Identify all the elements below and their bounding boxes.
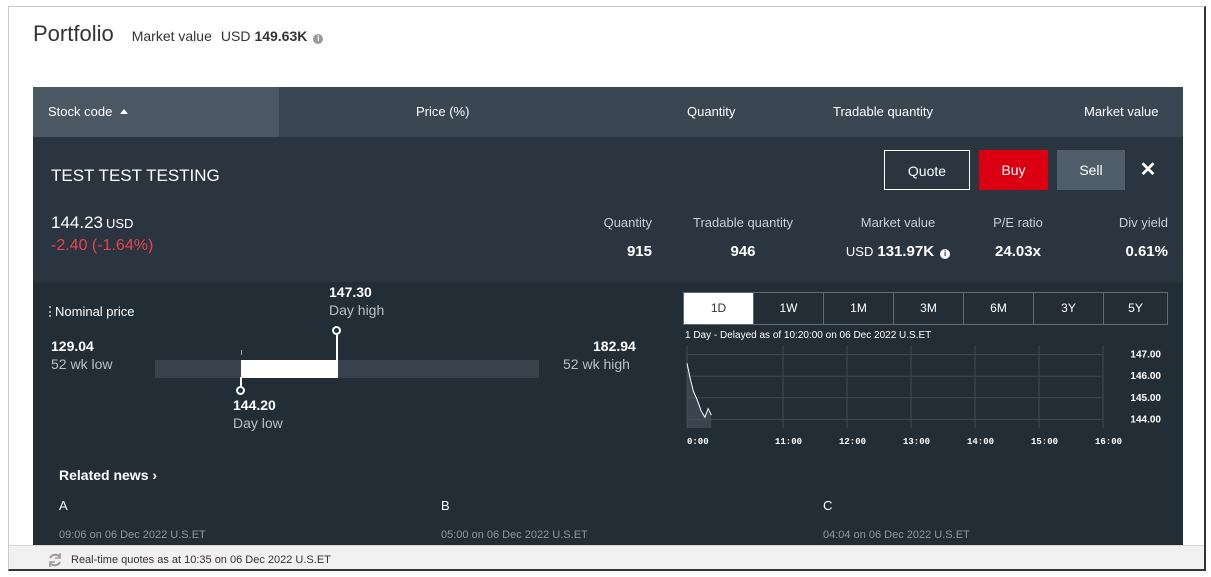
stat-tradable-quantity-label: Tradable quantity bbox=[693, 215, 793, 230]
buy-button[interactable]: Buy bbox=[979, 150, 1048, 190]
sort-ascending-icon bbox=[120, 109, 129, 114]
column-header-stock-code[interactable]: Stock code bbox=[48, 104, 129, 119]
chart-y-tick-label: 145.00 bbox=[1130, 393, 1161, 404]
day-low-marker bbox=[236, 386, 245, 395]
info-icon[interactable]: i bbox=[940, 249, 951, 259]
low52-value: 129.04 bbox=[51, 338, 94, 354]
range-tick bbox=[241, 350, 242, 355]
stock-name: TEST TEST TESTING bbox=[51, 166, 220, 185]
chart-x-tick-label: 13:00 bbox=[903, 437, 930, 447]
info-icon[interactable]: i bbox=[313, 34, 324, 44]
market-value-label: Market value bbox=[131, 28, 212, 44]
stat-market-value: Market value USD 131.97K i bbox=[828, 215, 968, 260]
chart-period-tabs: 1D 1W 1M 3M 6M 3Y 5Y bbox=[683, 292, 1168, 325]
stat-pe-ratio-label: P/E ratio bbox=[993, 215, 1043, 230]
market-value-currency: USD bbox=[220, 28, 251, 44]
close-icon[interactable]: ✕ bbox=[1133, 150, 1163, 190]
news-time-c: 04:04 on 06 Dec 2022 U.S.ET bbox=[823, 529, 970, 541]
nominal-marker-icon bbox=[49, 306, 51, 317]
tab-1m[interactable]: 1M bbox=[824, 293, 894, 324]
stat-tradable-quantity-value: 946 bbox=[730, 243, 756, 260]
chart-x-tick-label: 14:00 bbox=[967, 437, 994, 447]
footer-bar: Real-time quotes as at 10:35 on 06 Dec 2… bbox=[9, 545, 1204, 569]
sell-button[interactable]: Sell bbox=[1057, 150, 1125, 190]
day-low-label: Day low bbox=[233, 415, 283, 431]
column-header-tradable-quantity[interactable]: Tradable quantity bbox=[833, 104, 933, 119]
tab-6m[interactable]: 6M bbox=[964, 293, 1034, 324]
portfolio-header: Portfolio Market value USD 149.63K i bbox=[33, 21, 324, 47]
chart-y-tick-label: 146.00 bbox=[1130, 371, 1161, 382]
portfolio-window: Portfolio Market value USD 149.63K i Sto… bbox=[8, 6, 1206, 571]
chart-x-tick-label: 12:00 bbox=[839, 437, 866, 447]
tab-5y[interactable]: 5Y bbox=[1104, 293, 1167, 324]
stat-quantity-value: 915 bbox=[626, 243, 652, 260]
stock-change: -2.40 (-1.64%) bbox=[51, 237, 154, 254]
stat-market-value-label: Market value bbox=[860, 215, 936, 230]
day-high-marker-line bbox=[336, 334, 338, 361]
news-item-a[interactable]: A bbox=[59, 498, 68, 513]
stock-detail-body: Nominal price 147.30 Day high 129.04 52 … bbox=[33, 282, 1183, 547]
high52-value: 182.94 bbox=[593, 338, 636, 354]
related-news-link[interactable]: Related news › bbox=[59, 467, 157, 483]
day-high-label: Day high bbox=[329, 302, 385, 318]
range-track bbox=[155, 360, 539, 378]
stat-div-yield: Div yield 0.61% bbox=[1093, 215, 1168, 260]
chart-delay-note: 1 Day - Delayed as of 10:20:00 on 06 Dec… bbox=[685, 330, 932, 341]
stat-market-value-currency: USD bbox=[845, 244, 874, 259]
stat-pe-ratio-value: 24.03x bbox=[995, 243, 1041, 260]
stat-market-value-value-row: USD 131.97K i bbox=[828, 243, 968, 260]
table-header: Stock code Price (%) Quantity Tradable q… bbox=[33, 87, 1183, 137]
holdings-panel: Stock code Price (%) Quantity Tradable q… bbox=[33, 87, 1183, 547]
stock-price-currency: USD bbox=[106, 216, 134, 231]
stat-quantity: Quantity 915 bbox=[590, 215, 652, 260]
column-header-market-value[interactable]: Market value bbox=[1084, 104, 1158, 119]
column-header-stock-code-label: Stock code bbox=[48, 104, 113, 119]
tab-1d[interactable]: 1D bbox=[684, 293, 754, 324]
news-time-b: 05:00 on 06 Dec 2022 U.S.ET bbox=[441, 529, 588, 541]
chart-x-tick-label: 0:00 bbox=[687, 437, 709, 447]
stat-tradable-quantity: Tradable quantity 946 bbox=[683, 215, 803, 260]
stat-pe-ratio: P/E ratio 24.03x bbox=[983, 215, 1053, 260]
stat-div-yield-value: 0.61% bbox=[1125, 243, 1168, 260]
quote-button[interactable]: Quote bbox=[884, 150, 970, 190]
news-item-b[interactable]: B bbox=[441, 498, 450, 513]
chart-y-tick-label: 147.00 bbox=[1130, 350, 1161, 361]
market-value-total: 149.63K bbox=[254, 28, 308, 44]
page-title: Portfolio bbox=[33, 21, 114, 46]
chart-x-tick-label: 11:00 bbox=[775, 437, 802, 447]
column-header-quantity[interactable]: Quantity bbox=[687, 104, 735, 119]
day-high-value: 147.30 bbox=[329, 284, 372, 300]
news-time-a: 09:06 on 06 Dec 2022 U.S.ET bbox=[59, 529, 206, 541]
low52-label: 52 wk low bbox=[51, 356, 113, 372]
chart-area bbox=[687, 363, 712, 428]
news-item-c[interactable]: C bbox=[823, 498, 832, 513]
day-range-fill bbox=[241, 360, 338, 378]
high52-label: 52 wk high bbox=[563, 356, 630, 372]
chart-y-tick-label: 144.00 bbox=[1130, 414, 1161, 425]
price-chart: 0:00 11:00 12:00 13:00 14:00 15:00 16:00 147.00… bbox=[686, 346, 1161, 447]
day-high-marker bbox=[332, 326, 341, 335]
stock-detail-header: TEST TEST TESTING Quote Buy Sell ✕ 144.2… bbox=[33, 137, 1183, 282]
stat-quantity-label: Quantity bbox=[603, 215, 652, 230]
tab-3m[interactable]: 3M bbox=[894, 293, 964, 324]
refresh-icon[interactable] bbox=[47, 552, 63, 568]
chart-x-tick-label: 15:00 bbox=[1031, 437, 1058, 447]
tab-3y[interactable]: 3Y bbox=[1034, 293, 1104, 324]
chart-x-tick-label: 16:00 bbox=[1095, 437, 1122, 447]
tab-1w[interactable]: 1W bbox=[754, 293, 824, 324]
nominal-price-text: Nominal price bbox=[55, 304, 135, 319]
nominal-price-label: Nominal price bbox=[49, 304, 134, 319]
stock-price: 144.23 USD bbox=[51, 213, 133, 233]
day-low-value: 144.20 bbox=[233, 397, 276, 413]
footer-status-text: Real-time quotes as at 10:35 on 06 Dec 2… bbox=[71, 554, 331, 566]
stock-price-value: 144.23 bbox=[51, 213, 103, 232]
stat-market-value-value: 131.97K bbox=[877, 243, 935, 260]
column-header-price[interactable]: Price (%) bbox=[416, 104, 469, 119]
stat-div-yield-label: Div yield bbox=[1118, 215, 1168, 230]
